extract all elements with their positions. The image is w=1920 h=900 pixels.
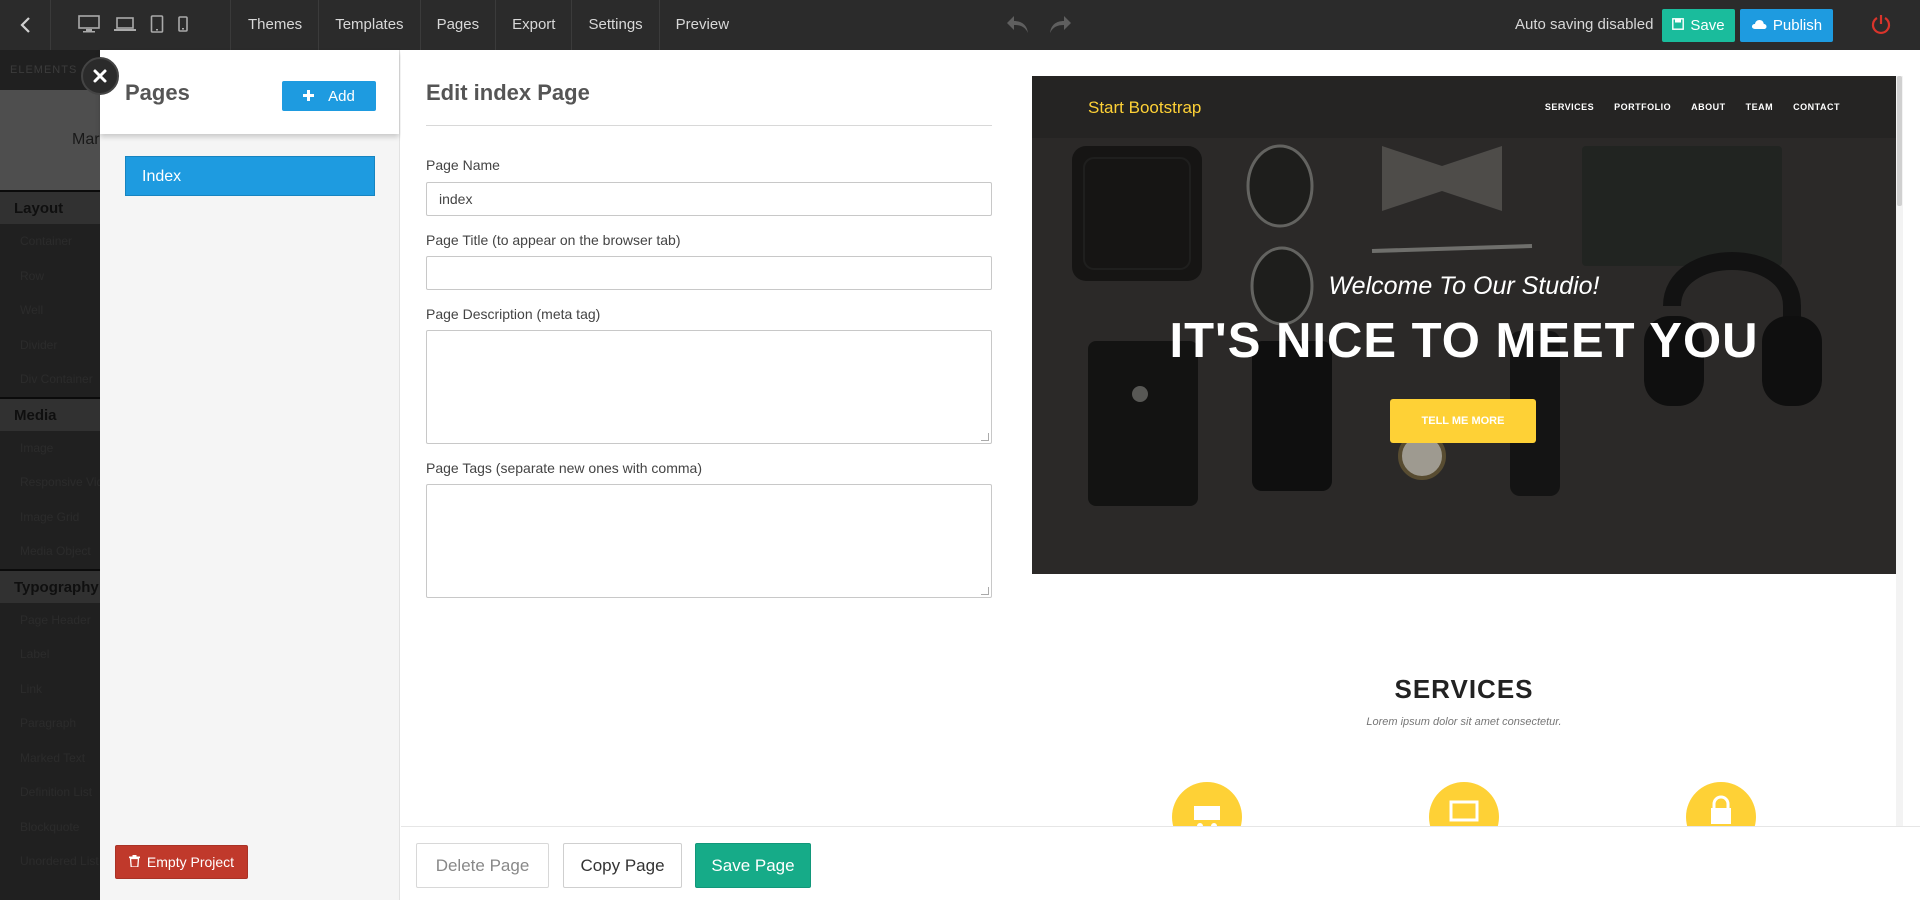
menu-settings[interactable]: Settings (572, 0, 660, 50)
services-subtitle: Lorem ipsum dolor sit amet consectetur. (1366, 716, 1562, 728)
publish-button[interactable]: Publish (1740, 9, 1833, 42)
elements-sidebar: ELEMENTS Mar Layout Container Row Well D… (0, 50, 100, 900)
add-label: Add (328, 87, 355, 105)
resize-grip-icon[interactable] (981, 433, 989, 441)
page-description-label: Page Description (meta tag) (426, 306, 601, 322)
copy-page-button[interactable]: Copy Page (563, 843, 682, 888)
save-button[interactable]: Save (1662, 9, 1735, 42)
add-page-button[interactable]: Add (282, 81, 376, 111)
empty-project-button[interactable]: Empty Project (115, 845, 248, 879)
device-switcher (78, 13, 188, 35)
hero-heading: IT'S NICE TO MEET YOU (1169, 314, 1759, 368)
lock-icon (1686, 782, 1756, 826)
shopping-cart-icon (1172, 782, 1242, 826)
services-title: SERVICES (1394, 674, 1534, 704)
top-toolbar: Themes Templates Pages Export Settings P… (0, 0, 1920, 50)
trash-icon (128, 854, 140, 870)
page-preview: Start Bootstrap SERVICES PORTFOLIO ABOUT… (1032, 76, 1896, 826)
divider (50, 0, 51, 50)
save-label: Save (1690, 17, 1725, 34)
empty-project-label: Empty Project (146, 854, 235, 870)
power-icon[interactable] (1870, 13, 1892, 40)
hero-subheading: Welcome To Our Studio! (1328, 272, 1600, 300)
page-title-input[interactable] (426, 256, 992, 290)
tell-me-more-button[interactable]: TELL ME MORE (1390, 399, 1536, 443)
page-actions-bar: Delete Page Copy Page Save Page (401, 826, 1920, 900)
preview-nav-team[interactable]: TEAM (1746, 102, 1774, 112)
phone-icon[interactable] (178, 13, 188, 35)
preview-nav-portfolio[interactable]: PORTFOLIO (1614, 102, 1671, 112)
main-menu: Themes Templates Pages Export Settings P… (232, 0, 745, 50)
preview-scrollbar-thumb[interactable] (1897, 76, 1902, 206)
page-description-textarea[interactable] (426, 330, 992, 444)
undo-icon[interactable] (1004, 13, 1030, 40)
autosave-status: Auto saving disabled (1515, 16, 1654, 33)
laptop-icon[interactable] (114, 13, 136, 35)
modal-dim-overlay (0, 50, 100, 900)
floppy-icon (1672, 17, 1685, 34)
hero-section: Start Bootstrap SERVICES PORTFOLIO ABOUT… (1032, 76, 1896, 574)
resize-grip-icon[interactable] (981, 587, 989, 595)
publish-label: Publish (1772, 17, 1823, 34)
plus-icon (303, 88, 315, 105)
preview-navbar: Start Bootstrap SERVICES PORTFOLIO ABOUT… (1032, 76, 1896, 138)
pages-title: Pages (125, 80, 190, 105)
close-icon[interactable] (81, 57, 119, 95)
menu-export[interactable]: Export (496, 0, 573, 50)
page-tags-textarea[interactable] (426, 484, 992, 598)
preview-nav-services[interactable]: SERVICES (1545, 102, 1594, 112)
cloud-icon (1751, 17, 1767, 34)
menu-themes[interactable]: Themes (232, 0, 320, 50)
save-page-button[interactable]: Save Page (695, 843, 811, 888)
menu-preview[interactable]: Preview (660, 0, 745, 50)
preview-nav-contact[interactable]: CONTACT (1793, 102, 1840, 112)
divider (426, 125, 992, 126)
desktop-icon[interactable] (78, 13, 100, 35)
preview-nav-about[interactable]: ABOUT (1691, 102, 1726, 112)
page-item-index[interactable]: Index (125, 156, 375, 196)
preview-brand[interactable]: Start Bootstrap (1088, 98, 1201, 118)
page-name-label: Page Name (426, 157, 500, 173)
page-tags-label: Page Tags (separate new ones with comma) (426, 460, 702, 476)
history-controls (1004, 13, 1074, 40)
redo-icon[interactable] (1048, 13, 1074, 40)
edit-page-title: Edit index Page (426, 80, 590, 105)
page-name-input[interactable]: index (426, 182, 992, 216)
laptop-icon (1429, 782, 1499, 826)
tablet-icon[interactable] (150, 13, 164, 35)
pages-panel: Pages Add Index Empty Project (100, 50, 400, 900)
menu-templates[interactable]: Templates (319, 0, 421, 50)
pages-panel-header: Pages Add (100, 50, 399, 134)
divider (230, 0, 231, 50)
delete-page-button[interactable]: Delete Page (416, 843, 549, 888)
back-arrow-icon[interactable] (10, 10, 40, 40)
preview-nav-links: SERVICES PORTFOLIO ABOUT TEAM CONTACT (1545, 102, 1840, 112)
page-title-label: Page Title (to appear on the browser tab… (426, 232, 681, 248)
menu-pages[interactable]: Pages (421, 0, 497, 50)
